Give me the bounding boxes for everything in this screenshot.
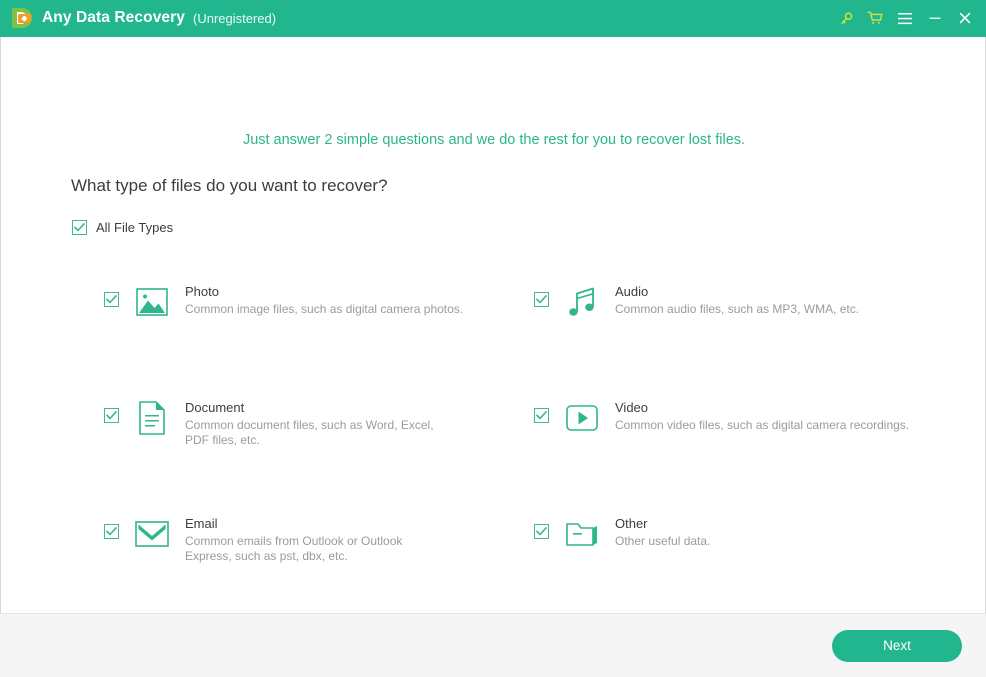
file-type-photo[interactable]: Photo Common image files, such as digita… (104, 283, 504, 319)
key-icon[interactable] (832, 3, 860, 33)
video-description: Common video files, such as digital came… (615, 418, 910, 432)
next-button[interactable]: Next (832, 629, 962, 662)
cart-icon[interactable] (860, 3, 890, 33)
photo-icon (135, 285, 169, 319)
footer-bar: Next (0, 613, 986, 677)
minimize-icon[interactable] (920, 3, 950, 33)
document-icon (135, 401, 169, 435)
all-file-types-label: All File Types (96, 220, 174, 235)
video-icon (565, 401, 599, 435)
all-file-types-row[interactable]: All File Types (72, 220, 173, 235)
email-text-block: Email Common emails from Outlook or Outl… (185, 515, 450, 564)
app-window: Any Data Recovery (Unregistered) Just an… (0, 0, 986, 677)
audio-checkbox[interactable] (534, 292, 549, 307)
document-checkbox[interactable] (104, 408, 119, 423)
app-logo-icon (10, 6, 34, 30)
video-title: Video (615, 400, 649, 415)
file-type-video[interactable]: Video Common video files, such as digita… (534, 399, 954, 435)
email-title: Email (185, 516, 218, 531)
file-type-audio[interactable]: Audio Common audio files, such as MP3, W… (534, 283, 934, 319)
file-type-other[interactable]: Other Other useful data. (534, 515, 934, 551)
file-type-email[interactable]: Email Common emails from Outlook or Outl… (104, 515, 504, 564)
other-text-block: Other Other useful data. (615, 515, 710, 549)
tagline: Just answer 2 simple questions and we do… (242, 132, 746, 148)
email-checkbox[interactable] (104, 524, 119, 539)
email-description: Common emails from Outlook or Outlook Ex… (185, 534, 403, 563)
audio-title: Audio (615, 284, 649, 299)
other-folder-icon (565, 517, 599, 551)
document-text-block: Document Common document files, such as … (185, 399, 457, 448)
photo-title: Photo (185, 284, 219, 299)
audio-text-block: Audio Common audio files, such as MP3, W… (615, 283, 859, 317)
audio-description: Common audio files, such as MP3, WMA, et… (615, 302, 860, 316)
document-description: Common document files, such as Word, Exc… (185, 418, 434, 447)
photo-checkbox[interactable] (104, 292, 119, 307)
titlebar-icon-group (832, 3, 986, 33)
main-content: Just answer 2 simple questions and we do… (1, 37, 985, 613)
other-checkbox[interactable] (534, 524, 549, 539)
close-icon[interactable] (950, 3, 980, 33)
photo-description: Common image files, such as digital came… (185, 302, 464, 316)
hamburger-menu-icon[interactable] (890, 3, 920, 33)
title-bar: Any Data Recovery (Unregistered) (0, 0, 986, 37)
video-checkbox[interactable] (534, 408, 549, 423)
file-type-document[interactable]: Document Common document files, such as … (104, 399, 504, 448)
app-title: Any Data Recovery (42, 9, 185, 26)
video-text-block: Video Common video files, such as digita… (615, 399, 909, 433)
other-description: Other useful data. (615, 534, 711, 548)
registration-status: (Unregistered) (193, 10, 277, 26)
email-icon (135, 517, 169, 551)
all-file-types-checkbox[interactable] (72, 220, 87, 235)
document-title: Document (185, 400, 245, 415)
other-title: Other (615, 516, 648, 531)
page-title: What type of files do you want to recove… (71, 176, 388, 195)
audio-icon (565, 285, 599, 319)
photo-text-block: Photo Common image files, such as digita… (185, 283, 463, 317)
